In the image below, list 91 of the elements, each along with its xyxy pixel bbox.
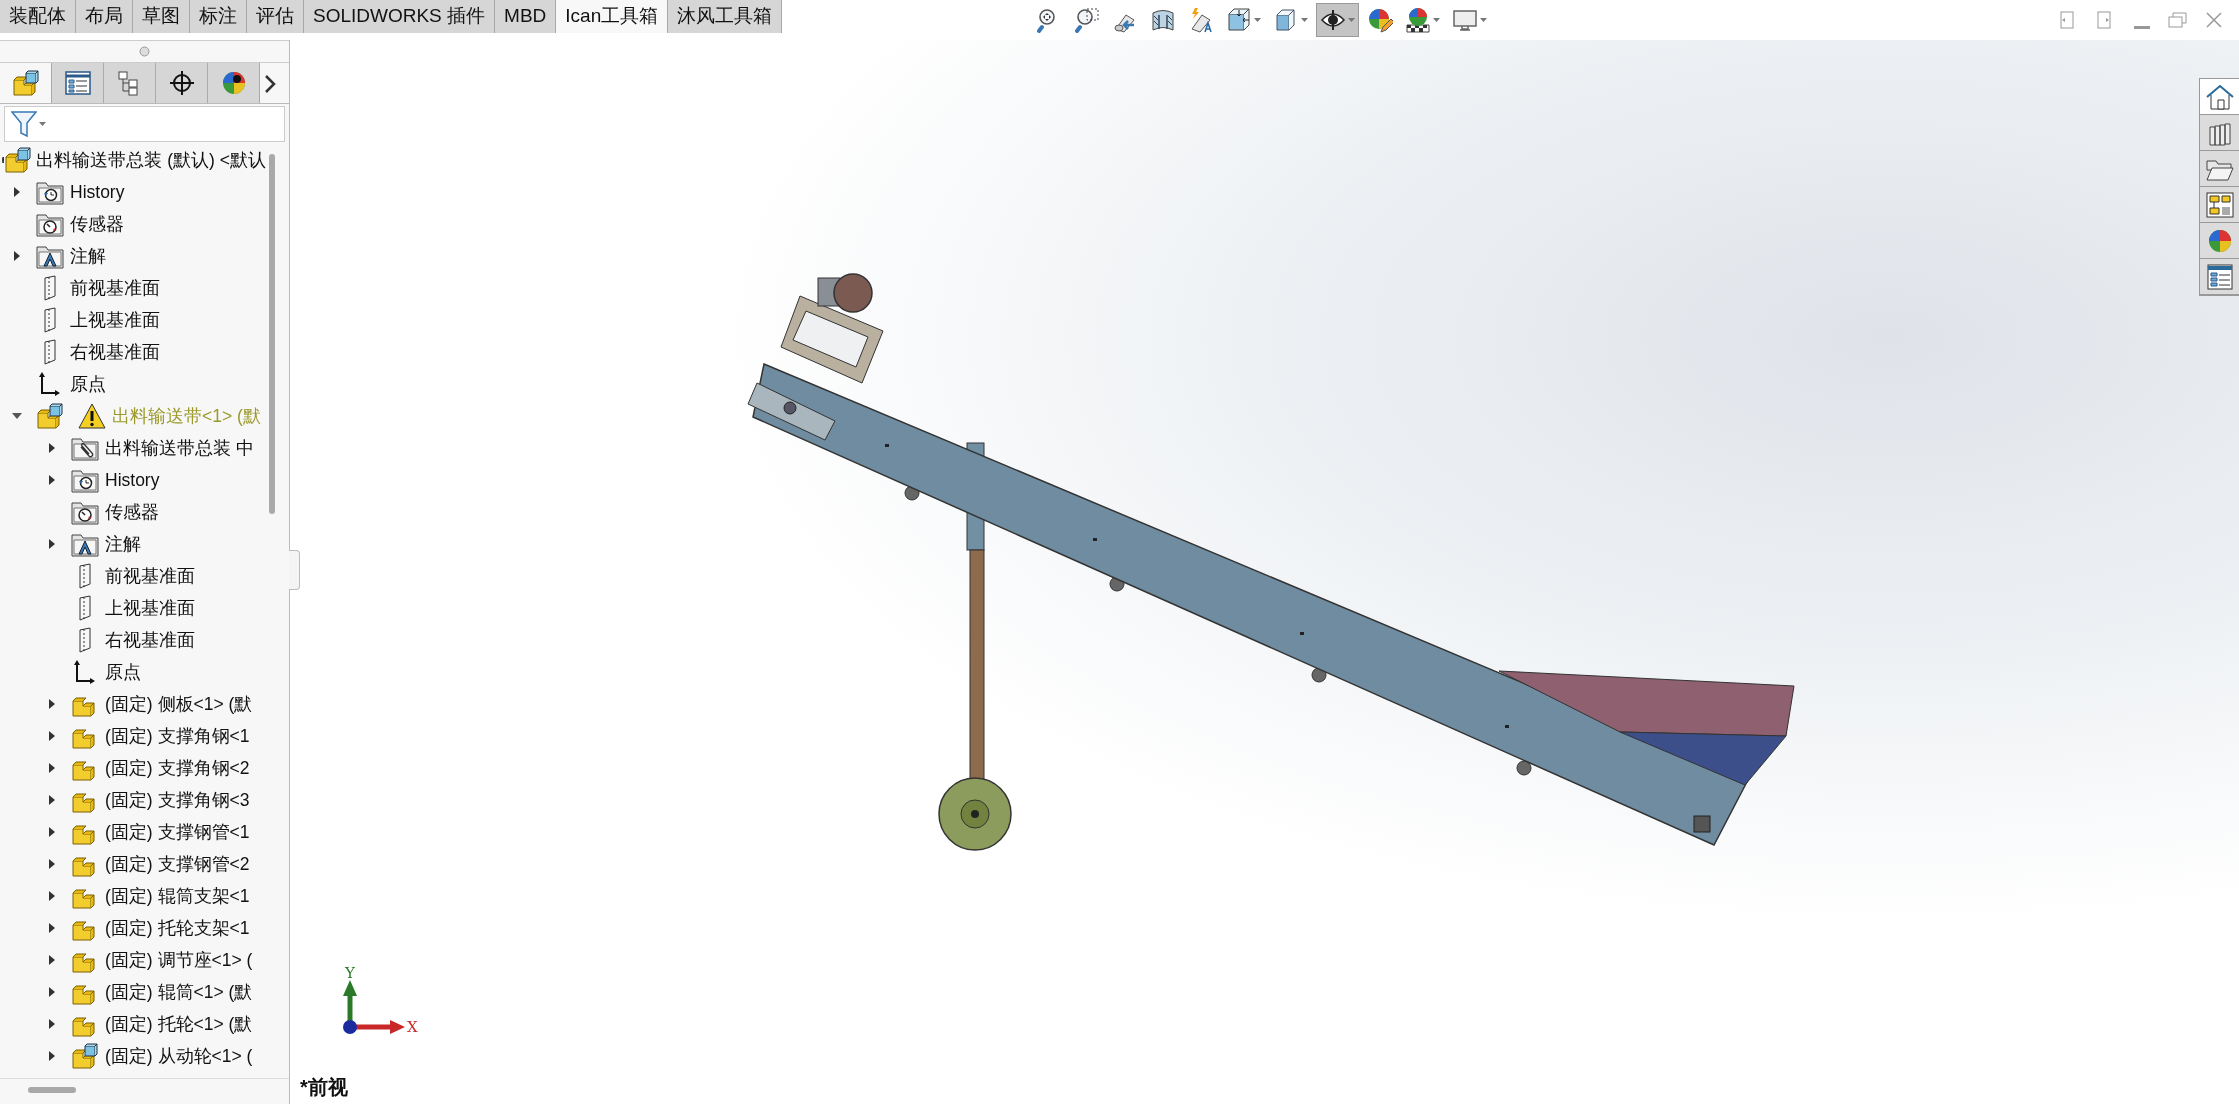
hide-show-button[interactable] [1316,3,1360,37]
tree-item[interactable]: 前视基准面 [0,560,266,592]
crosshair-icon [167,70,196,96]
tree-item[interactable]: 出料输送带总装 (默认) <默认 [0,144,266,176]
funnel-icon [11,110,37,138]
dimension-tab[interactable] [156,63,208,103]
sphere-checker-icon [1405,7,1432,33]
panel-grip-icon[interactable] [139,46,150,57]
home-icon [2204,82,2235,111]
tree-item[interactable]: 上视基准面 [0,304,266,336]
warning-icon [78,403,106,429]
section-view-icon [1150,7,1177,33]
property-tab[interactable] [52,63,104,103]
assembly-icon [11,70,40,96]
list-icon [2204,262,2235,291]
tree-item[interactable]: (固定) 调节座<1> ( [0,944,266,976]
caret-icon [1433,17,1441,23]
restore-icon [2168,11,2187,29]
origin-dot [343,1020,357,1034]
display-tab[interactable] [208,63,260,103]
caret-icon [1301,17,1309,23]
ribbon-tab[interactable]: 评估 [247,0,304,33]
view-palette-icon [2204,190,2235,219]
file-explorer-tab[interactable] [2200,151,2239,187]
gauge-folder-icon [36,211,64,237]
annotation-folder-icon [36,243,64,269]
tree-item[interactable]: (固定) 托轮支架<1 [0,912,266,944]
close-icon [2205,11,2224,29]
tree-item[interactable]: 注解 [0,528,266,560]
ribbon-tab[interactable]: 沐风工具箱 [668,0,783,33]
monitor-icon [1452,7,1479,33]
tree-item[interactable]: (固定) 支撑钢管<1 [0,816,266,848]
tree-item[interactable]: (固定) 支撑角钢<2 [0,752,266,784]
tree-item[interactable]: 右视基准面 [0,624,266,656]
magnifier-icon [1074,7,1101,33]
ribbon-tab[interactable]: 布局 [76,0,133,33]
collapse-handle[interactable] [289,550,300,590]
caret-icon [1348,17,1356,23]
tree-item[interactable]: History [0,464,266,496]
tree-item[interactable]: 传感器 [0,496,266,528]
caret-icon [1480,17,1488,23]
ribbon-tab[interactable]: 装配体 [0,0,76,33]
scrollbar-thumb[interactable] [269,154,275,514]
tree-item[interactable]: (固定) 从动轮<1> ( [0,1040,266,1072]
assembly-icon [71,1043,99,1069]
ribbon-tab[interactable]: 标注 [190,0,247,33]
annotation-folder-icon [71,531,99,557]
home-tab[interactable] [2200,79,2239,115]
minimize-icon [2134,26,2150,29]
view-label: *前视 [300,1075,348,1100]
tree-item[interactable]: 原点 [0,656,266,688]
library-tab[interactable] [2200,115,2239,151]
tree-item[interactable]: 上视基准面 [0,592,266,624]
tree-item[interactable]: (固定) 辊筒支架<1 [0,880,266,912]
view-palette-tab[interactable] [2200,187,2239,223]
tree-item[interactable]: (固定) 托轮<1> (默 [0,1008,266,1040]
axis-label: Y [345,964,355,982]
tree-item[interactable]: 传感器 [0,208,266,240]
list-icon [63,70,92,96]
custom-properties-tab[interactable] [2200,259,2239,295]
tree-item[interactable]: 原点 [0,368,266,400]
tree-item[interactable]: (固定) 侧板<1> (默 [0,688,266,720]
ribbon-tab[interactable]: MBD [495,0,557,33]
tree-item[interactable]: (固定) 辊筒<1> (默 [0,976,266,1008]
tree-item[interactable]: 出料输送带总装 中 [0,432,266,464]
chevron-right-icon [264,73,276,94]
history-folder-icon [36,179,64,205]
assembly-icon [36,403,64,429]
tree-item[interactable]: (固定) 支撑角钢<3 [0,784,266,816]
caret-icon [39,121,46,127]
axis-label: X [407,1018,418,1036]
gauge-folder-icon [71,499,99,525]
ribbon-tab[interactable]: 草图 [133,0,190,33]
filter-button[interactable] [11,110,46,138]
scrollbar-thumb[interactable] [28,1087,76,1093]
cube-icon [1226,7,1253,33]
tree-item[interactable]: (固定) 支撑角钢<1 [0,720,266,752]
appearance-tab[interactable] [2200,223,2239,259]
tree-item[interactable]: 注解 [0,240,266,272]
tree-item[interactable]: 前视基准面 [0,272,266,304]
sphere-pencil-icon [1367,7,1394,33]
tree-item[interactable]: 右视基准面 [0,336,266,368]
caret-icon [1254,17,1262,23]
eye-icon [1320,7,1347,33]
paperclip-folder-icon [71,435,99,461]
ribbon-tab[interactable]: Ican工具箱 [556,0,669,33]
assembly-icon [4,147,33,173]
history-folder-icon [71,467,99,493]
ribbon-tab[interactable]: SOLIDWORKS 插件 [304,0,496,33]
tree-item[interactable]: (固定) 支撑钢管<2 [0,848,266,880]
tree-item[interactable]: History [0,176,266,208]
